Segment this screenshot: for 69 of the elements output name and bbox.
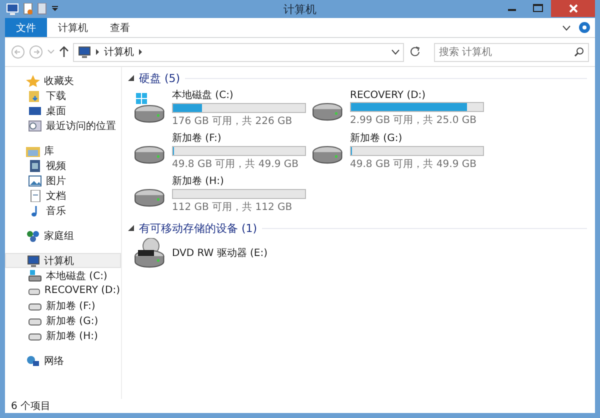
sidebar-item[interactable]: 新加卷 (G:): [5, 313, 121, 328]
group-title: 有可移动存储的设备 (1): [139, 220, 258, 236]
collapse-icon[interactable]: [128, 225, 134, 231]
sidebar-item[interactable]: 图片: [5, 173, 121, 188]
status-text: 6 个项目: [11, 400, 51, 413]
drive-space: 2.99 GB 可用，共 25.0 GB: [350, 114, 478, 126]
picture-icon: [28, 174, 42, 186]
computer-icon: [26, 254, 40, 266]
back-icon: [11, 45, 25, 59]
recent-icon: [28, 120, 42, 132]
homegroup-icon: [26, 230, 40, 242]
ribbon-tab[interactable]: 计算机: [47, 18, 99, 37]
close-icon: [568, 4, 578, 13]
ribbon-tab[interactable]: 查看: [99, 18, 141, 37]
sidebar-item[interactable]: 新加卷 (H:): [5, 328, 121, 343]
maximize-icon: [533, 4, 543, 12]
computer-icon: [5, 3, 19, 15]
recent-locations-icon: [47, 49, 55, 55]
document-icon: [28, 190, 42, 202]
sidebar-item[interactable]: 本地磁盘 (C:): [5, 268, 121, 283]
sidebar-item[interactable]: 库: [5, 143, 121, 158]
window-title: 计算机: [284, 2, 316, 16]
drive-name[interactable]: RECOVERY (D:): [350, 90, 484, 100]
sidebar-item[interactable]: 下载: [5, 88, 121, 103]
up-arrow-icon: [59, 46, 69, 58]
network-icon: [26, 354, 40, 366]
computer-icon: [77, 46, 91, 58]
search-icon: [574, 46, 584, 56]
close-button[interactable]: [551, 0, 595, 17]
chevron-icon: [138, 48, 143, 56]
sidebar-item[interactable]: 家庭组: [5, 228, 121, 243]
properties-icon: [23, 3, 33, 15]
drive-space: 112 GB 可用，共 112 GB: [172, 200, 294, 214]
sidebar-item[interactable]: RECOVERY (D:): [5, 283, 121, 298]
film-icon: [28, 160, 42, 172]
drive-icon: [28, 270, 42, 282]
drive-name[interactable]: 新加卷 (H:): [172, 174, 306, 188]
dropdown-icon: [391, 49, 400, 55]
collapse-icon[interactable]: [128, 75, 134, 81]
refresh-icon: [408, 45, 422, 59]
sidebar-item[interactable]: 收藏夹: [5, 73, 121, 88]
address-bar[interactable]: 计算机: [73, 42, 404, 62]
drive-name[interactable]: DVD RW 驱动器 (E:): [172, 246, 268, 260]
breadcrumb[interactable]: 计算机: [104, 45, 134, 59]
search-field[interactable]: 搜索 计算机: [434, 42, 589, 62]
sidebar-item[interactable]: 视频: [5, 158, 121, 173]
forward-icon: [29, 45, 43, 59]
sidebar-item[interactable]: 文档: [5, 188, 121, 203]
sidebar-item[interactable]: 桌面: [5, 103, 121, 118]
drive-space: 49.8 GB 可用，共 49.9 GB: [350, 158, 478, 171]
drive-space: 49.8 GB 可用，共 49.9 GB: [172, 158, 300, 171]
folder-icon: [37, 3, 47, 15]
expand-ribbon-icon: [562, 24, 571, 30]
group-title: 硬盘 (5): [139, 70, 180, 86]
sidebar-item[interactable]: 计算机: [5, 253, 121, 268]
sidebar-item[interactable]: 最近访问的位置: [5, 118, 121, 133]
chevron-icon: [95, 48, 100, 56]
ribbon-tab[interactable]: 文件: [5, 18, 47, 37]
drive-name[interactable]: 新加卷 (G:): [350, 131, 484, 145]
drive-name[interactable]: 新加卷 (F:): [172, 131, 306, 145]
sidebar-item[interactable]: 新加卷 (F:): [5, 298, 121, 313]
sidebar-item[interactable]: 音乐: [5, 203, 121, 218]
star-icon: [26, 74, 40, 86]
folder-icon: [26, 144, 40, 156]
desktop-icon: [28, 104, 42, 116]
drive-name[interactable]: 本地磁盘 (C:): [172, 88, 306, 102]
sidebar-item[interactable]: 网络: [5, 353, 121, 368]
folder-icon: [28, 90, 42, 102]
drive-space: 176 GB 可用，共 226 GB: [172, 114, 294, 128]
